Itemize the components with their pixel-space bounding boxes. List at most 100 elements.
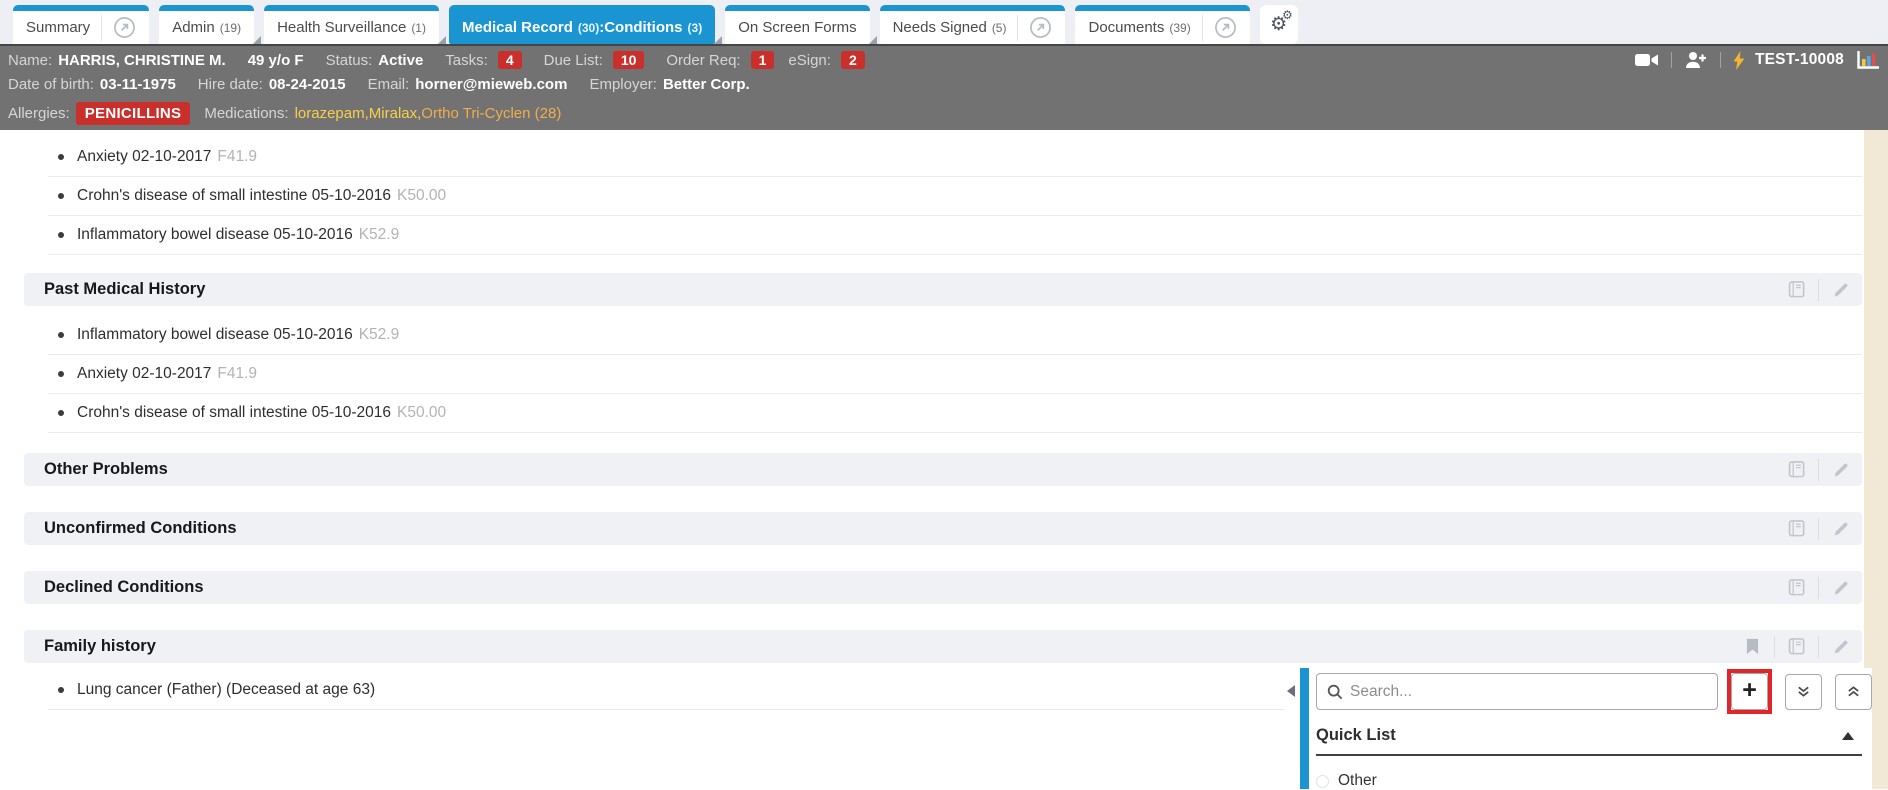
- pencil-icon[interactable]: [1818, 577, 1862, 599]
- lightning-bolt-icon[interactable]: [1733, 51, 1745, 70]
- tab-count: (30): [578, 21, 599, 35]
- medication-link[interactable]: lorazepam: [295, 105, 369, 122]
- condition-code: K52.9: [359, 226, 400, 244]
- tab-label: Admin: [172, 19, 215, 36]
- pencil-icon[interactable]: [1818, 459, 1862, 481]
- tab-subcount: (3): [688, 21, 703, 35]
- tab-needs-signed[interactable]: Needs Signed (5): [880, 5, 1066, 44]
- add-person-icon[interactable]: [1684, 51, 1708, 69]
- email-label: Email:: [368, 76, 410, 93]
- condition-list-item: Crohn's disease of small intestine 05-10…: [48, 177, 1862, 216]
- patient-id: TEST-10008: [1755, 51, 1844, 69]
- patient-header: Name: HARRIS, CHRISTINE M. 49 y/o F Stat…: [0, 44, 1888, 130]
- book-icon[interactable]: [1774, 636, 1818, 658]
- order-req-label: Order Req:: [666, 52, 740, 69]
- tab-label: Summary: [26, 19, 90, 36]
- condition-text: Anxiety 02-10-2017: [77, 148, 211, 166]
- book-icon[interactable]: [1774, 279, 1818, 301]
- external-link-icon[interactable]: [1202, 15, 1237, 41]
- video-camera-icon[interactable]: [1635, 52, 1659, 68]
- tab-count: (19): [220, 21, 241, 35]
- condition-text: Crohn's disease of small intestine 05-10…: [77, 187, 391, 205]
- quick-list-item-other[interactable]: Other: [1316, 772, 1872, 790]
- condition-list-item: Inflammatory bowel disease 05-10-2016 K5…: [48, 316, 1862, 355]
- medication-link[interactable]: Miralax: [369, 105, 422, 122]
- quick-list-header: Quick List: [1316, 726, 1862, 756]
- pencil-icon[interactable]: [1818, 636, 1862, 658]
- collapse-caret-icon[interactable]: [1842, 732, 1854, 740]
- patient-header-row2: Date of birth: 03-11-1975 Hire date: 08-…: [0, 72, 1888, 97]
- condition-code: K52.9: [359, 326, 400, 344]
- pencil-icon[interactable]: [1818, 518, 1862, 540]
- section-title: Declined Conditions: [44, 578, 204, 597]
- tab-documents[interactable]: Documents (39): [1075, 5, 1249, 44]
- tab-admin[interactable]: Admin (19): [159, 5, 254, 44]
- patient-email: horner@mieweb.com: [415, 76, 567, 93]
- section-unconfirmed-conditions: Unconfirmed Conditions: [24, 512, 1862, 545]
- external-link-icon[interactable]: [1017, 15, 1052, 41]
- pencil-icon[interactable]: [1818, 279, 1862, 301]
- settings-gear-icon[interactable]: ⚙ ⚙: [1260, 5, 1298, 44]
- tab-count: (5): [992, 21, 1007, 35]
- quick-list-panel: + Quick List Other: [1285, 668, 1872, 789]
- section-title: Family history: [44, 637, 156, 656]
- condition-list-item: Anxiety 02-10-2017 F41.9: [48, 355, 1862, 394]
- add-button-highlight: +: [1731, 673, 1768, 710]
- patient-hire-date: 08-24-2015: [269, 76, 346, 93]
- medications-label: Medications:: [204, 105, 288, 122]
- condition-text: Anxiety 02-10-2017: [77, 365, 211, 383]
- bookmark-icon[interactable]: [1730, 636, 1774, 658]
- tab-summary[interactable]: Summary: [13, 5, 149, 44]
- book-icon[interactable]: [1774, 459, 1818, 481]
- condition-list-item: Inflammatory bowel disease 05-10-2016 K5…: [48, 216, 1862, 255]
- tab-on-screen-forms[interactable]: On Screen Forms: [725, 5, 869, 44]
- search-icon: [1327, 684, 1343, 700]
- collapse-left-arrow-icon[interactable]: [1287, 685, 1295, 697]
- condition-list-item: Crohn's disease of small intestine 05-10…: [48, 394, 1862, 433]
- section-other-problems: Other Problems: [24, 453, 1862, 486]
- condition-text: Crohn's disease of small intestine 05-10…: [77, 404, 391, 422]
- due-list-count-badge[interactable]: 10: [613, 51, 645, 69]
- section-title: Other Problems: [44, 460, 168, 479]
- radio-icon[interactable]: [1316, 775, 1329, 788]
- condition-code: F41.9: [217, 365, 257, 383]
- condition-text: Inflammatory bowel disease 05-10-2016: [77, 326, 353, 344]
- tab-label: Health Surveillance: [277, 19, 406, 36]
- expand-all-down-icon[interactable]: [1785, 674, 1822, 710]
- tasks-count-badge[interactable]: 4: [498, 51, 522, 69]
- section-past-medical-history: Past Medical History: [24, 273, 1862, 306]
- add-condition-button[interactable]: +: [1731, 673, 1768, 710]
- tab-label: Medical Record: [462, 19, 573, 36]
- patient-age-sex: 49 y/o F: [248, 52, 304, 69]
- tab-medical-record-conditions[interactable]: Medical Record (30) :Conditions (3): [449, 5, 715, 44]
- tab-bar: Summary Admin (19) Health Surveillance (…: [0, 0, 1888, 44]
- quick-list-item-label: Other: [1338, 772, 1377, 790]
- book-icon[interactable]: [1774, 577, 1818, 599]
- section-title: Past Medical History: [44, 280, 205, 299]
- tab-count: (1): [411, 21, 426, 35]
- medication-link[interactable]: Ortho Tri-Cyclen (28): [421, 105, 561, 122]
- chart-icon[interactable]: [1856, 51, 1880, 70]
- tab-sublabel: :Conditions: [599, 19, 682, 36]
- hire-date-label: Hire date:: [198, 76, 263, 93]
- esign-count-badge[interactable]: 2: [841, 51, 865, 69]
- patient-dob: 03-11-1975: [100, 76, 176, 93]
- section-declined-conditions: Declined Conditions: [24, 571, 1862, 604]
- employer-label: Employer:: [589, 76, 657, 93]
- collapse-all-up-icon[interactable]: [1835, 674, 1872, 710]
- order-req-count-badge[interactable]: 1: [751, 51, 775, 69]
- tasks-label: Tasks:: [445, 52, 488, 69]
- patient-header-row1: Name: HARRIS, CHRISTINE M. 49 y/o F Stat…: [0, 46, 1888, 72]
- condition-code: K50.00: [397, 187, 446, 205]
- allergy-badge[interactable]: PENICILLINS: [76, 102, 191, 125]
- search-input[interactable]: [1350, 674, 1717, 709]
- panel-accent-bar: [1300, 668, 1309, 789]
- external-link-icon[interactable]: [101, 15, 136, 41]
- condition-text: Lung cancer (Father) (Deceased at age 63…: [77, 681, 375, 699]
- tab-health-surveillance[interactable]: Health Surveillance (1): [264, 5, 439, 44]
- tab-label: Needs Signed: [893, 19, 987, 36]
- book-icon[interactable]: [1774, 518, 1818, 540]
- tab-count: (39): [1169, 21, 1190, 35]
- tab-label: On Screen Forms: [738, 19, 856, 36]
- patient-header-row3: Allergies: PENICILLINS Medications: lora…: [0, 97, 1888, 130]
